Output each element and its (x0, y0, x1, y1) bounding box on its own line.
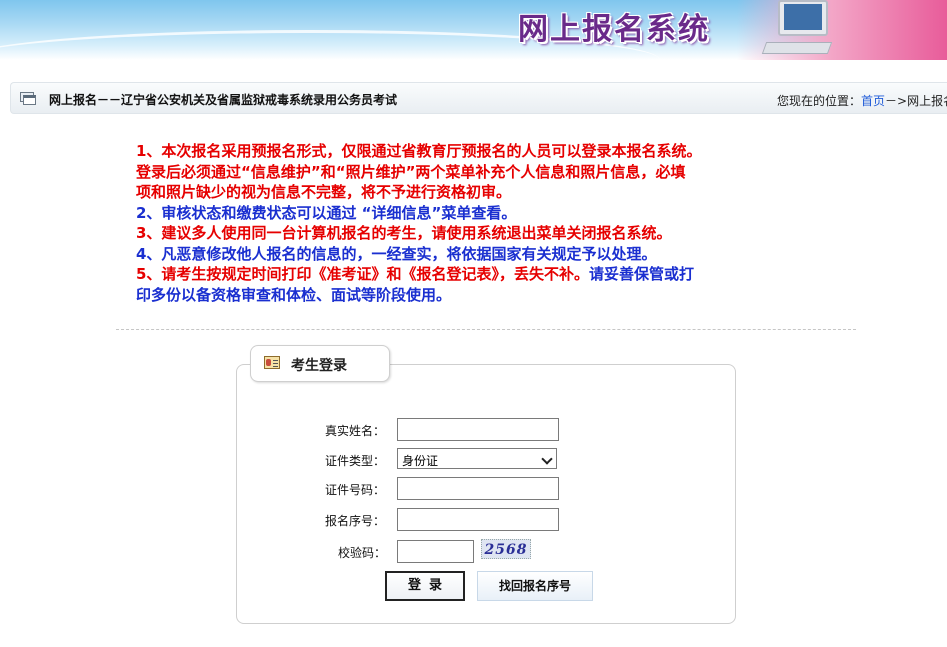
notice-4: 4、凡恶意修改他人报名的信息的，一经查实，将依据国家有关规定予以处理。 (136, 244, 657, 263)
window-icon (20, 92, 36, 106)
login-button[interactable]: 登录 (385, 571, 465, 601)
breadcrumb: 您现在的位置：首页－>网上报名 (777, 92, 947, 109)
notice-1-line-2: 登录后必须通过“信息维护”和“照片维护”两个菜单补充个人信息和照片信息，必填 (136, 162, 846, 183)
notice-2: 2、审核状态和缴费状态可以通过 “详细信息”菜单查看。 (136, 203, 517, 222)
captcha-input[interactable] (397, 540, 474, 563)
id-type-select[interactable]: 身份证 (397, 448, 557, 469)
card-line (273, 360, 278, 361)
location-bar: 网上报名－－辽宁省公安机关及省属监狱戒毒系统录用公务员考试 您现在的位置：首页－… (10, 82, 947, 114)
notice-1-line-1: 1、本次报名采用预报名形式，仅限通过省教育厅预报名的人员可以登录本报名系统。 (136, 142, 702, 160)
name-label: 真实姓名： (325, 424, 386, 438)
card-line (273, 366, 278, 367)
id-card-icon (264, 355, 280, 371)
id-type-label: 证件类型： (325, 454, 386, 468)
captcha-image[interactable]: 2568 (481, 539, 531, 559)
notice-3: 3、建议多人使用同一台计算机报名的考生，请使用系统退出菜单关闭报名系统。 (136, 224, 672, 242)
notice-1-line-2b: 必填 (655, 162, 686, 181)
breadcrumb-current: 网上报名 (907, 94, 947, 108)
reg-no-label: 报名序号： (325, 514, 386, 528)
notice-5-line-1a: 5、请考生按规定时间打印《准考证》和《报名登记表》，丢失不补。 (136, 265, 589, 283)
reg-no-input[interactable] (397, 508, 559, 531)
card-line (273, 363, 278, 364)
name-input[interactable] (397, 418, 559, 441)
id-number-input[interactable] (397, 477, 559, 500)
notice-list: 1、本次报名采用预报名形式，仅限通过省教育厅预报名的人员可以登录本报名系统。 登… (136, 141, 846, 305)
notice-5-line-1b: 请妥善保管或打 (588, 265, 694, 283)
notice-1-line-3: 项和照片缺少的视为信息不完整，将不予进行资格初审。 (136, 183, 512, 201)
id-type-value: 身份证 (402, 454, 439, 468)
card-photo (266, 359, 271, 366)
system-title: 网上报名系统 (518, 12, 710, 47)
login-title: 考生登录 (291, 358, 347, 374)
breadcrumb-home-link[interactable]: 首页 (861, 94, 885, 108)
id-number-label: 证件号码： (325, 483, 386, 497)
page-title: 网上报名－－辽宁省公安机关及省属监狱戒毒系统录用公务员考试 (49, 93, 398, 107)
notice-5-line-2: 印多份以备资格审查和体检、面试等阶段使用。 (136, 285, 452, 304)
header-banner: 网上报名系统 (0, 0, 947, 60)
keyboard-shape (761, 42, 833, 54)
breadcrumb-label: 您现在的位置： (777, 94, 862, 108)
find-reg-no-button[interactable]: 找回报名序号 (477, 571, 593, 601)
notice-5-line-1: 5、请考生按规定时间打印《准考证》和《报名登记表》，丢失不补。请妥善保管或打 (136, 264, 846, 285)
screen-shape (784, 4, 822, 30)
chevron-down-icon (541, 453, 553, 465)
notice-1-line-2a: 登录后必须通过“信息维护”和“照片维护”两个菜单补充个人信息和照片信息， (136, 162, 656, 181)
window-front (23, 95, 36, 105)
captcha-label: 校验码： (338, 546, 387, 560)
dashed-divider (116, 329, 856, 330)
computer-icon (760, 0, 840, 58)
breadcrumb-separator: －> (885, 94, 908, 108)
